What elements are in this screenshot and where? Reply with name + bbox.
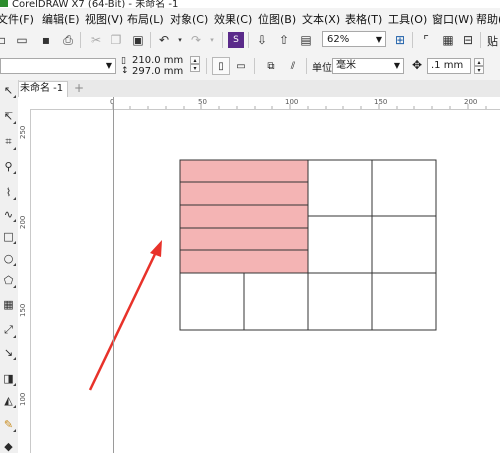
menu-bar: 文件(F) 编辑(E) 视图(V) 布局(L) 对象(C) 效果(C) 位图(B… — [0, 8, 500, 28]
paste-label[interactable]: 贴 — [487, 33, 498, 49]
vertical-ruler[interactable]: 250 200 150 100 — [18, 109, 31, 453]
search-content-icon[interactable]: S — [228, 32, 244, 48]
fill-tool-icon[interactable]: ◆ — [1, 438, 16, 454]
standard-toolbar: ▫ ▭ ▪ ⎙ ✂ ❐ ▣ ↶ ▾ ↷ ▾ S ⇩ ⇧ ▤ 62% ▼ ⊞ ⌜ … — [0, 28, 500, 53]
import-icon[interactable]: ⇩ — [254, 32, 270, 48]
nudge-spinner-down[interactable]: ▾ — [474, 66, 484, 74]
copy-icon[interactable]: ❐ — [108, 32, 124, 48]
app-logo-icon — [0, 0, 8, 7]
new-document-icon[interactable]: ▫ — [0, 32, 10, 48]
ellipse-tool-icon[interactable]: ○ — [1, 250, 16, 266]
open-folder-icon[interactable]: ▭ — [14, 32, 30, 48]
undo-dropdown-icon[interactable]: ▾ — [172, 32, 188, 48]
canvas-drawing — [88, 159, 437, 391]
title-bar: CorelDRAW X7 (64-Bit) - 未命名 -1 — [0, 0, 500, 8]
all-pages-button[interactable]: ⧉ — [262, 57, 280, 75]
cut-icon[interactable]: ✂ — [88, 32, 104, 48]
landscape-button[interactable]: ▭ — [232, 57, 250, 75]
print-icon[interactable]: ⎙ — [60, 32, 76, 48]
menu-effects[interactable]: 效果(C) — [214, 11, 252, 27]
add-tab-icon[interactable]: + — [74, 81, 84, 95]
page-width-value[interactable]: 210.0 mm — [132, 55, 183, 66]
export-icon[interactable]: ⇧ — [276, 32, 292, 48]
table-object[interactable] — [179, 159, 437, 331]
table-tool-icon[interactable]: ▦ — [1, 296, 16, 312]
ruler-label: 100 — [19, 392, 27, 406]
chevron-down-icon: ▼ — [393, 61, 400, 70]
zoom-level-select[interactable]: 62% ▼ — [322, 31, 386, 47]
ruler-label: 150 — [19, 303, 27, 317]
snap-to-icon[interactable]: ⊟ — [460, 32, 476, 48]
ruler-label: 250 — [19, 125, 27, 139]
menu-edit[interactable]: 编辑(E) — [42, 11, 80, 27]
units-select[interactable]: 毫米 ▼ — [332, 58, 404, 74]
menu-window[interactable]: 窗口(W) — [432, 11, 473, 27]
menu-text[interactable]: 文本(X) — [302, 11, 340, 27]
crop-tool-icon[interactable]: ⌗ — [1, 134, 16, 150]
rulers-toggle-icon[interactable]: ⌜ — [418, 32, 434, 48]
landscape-icon: ▭ — [236, 60, 246, 72]
chevron-down-icon: ▼ — [105, 61, 112, 70]
property-bar: ▼ ▯ 210.0 mm ↕ 297.0 mm ▴ ▾ ▯ ▭ ⧉ ⫽ 单位: … — [0, 52, 500, 81]
redo-dropdown-icon[interactable]: ▾ — [204, 32, 220, 48]
nudge-distance-value: .1 mm — [431, 60, 464, 71]
ruler-label: 200 — [19, 215, 27, 229]
freehand-tool-icon[interactable]: ⌇ — [1, 184, 16, 200]
page-height-icon: ↕ — [121, 66, 129, 76]
pick-tool-icon[interactable]: ↖ — [1, 82, 16, 98]
width-spinner-down[interactable]: ▾ — [190, 64, 200, 72]
artistic-media-tool-icon[interactable]: ∿ — [1, 206, 16, 222]
publish-pdf-icon[interactable]: ▤ — [298, 32, 314, 48]
page-height-value[interactable]: 297.0 mm — [132, 66, 183, 77]
menu-tools[interactable]: 工具(O) — [388, 11, 427, 27]
toolbox: ↖ ↸ ⌗ ⚲ ⌇ ∿ □ ○ ⬠ ▦ ⤢ ↘ ◨ ◭ ✎ ◆ — [0, 80, 19, 453]
polygon-tool-icon[interactable]: ⬠ — [1, 272, 16, 288]
document-tab[interactable]: 未命名 -1 — [16, 81, 68, 97]
eyedropper-tool-icon[interactable]: ✎ — [1, 416, 16, 432]
paste-icon[interactable]: ▣ — [130, 32, 146, 48]
nudge-distance-field[interactable]: .1 mm — [427, 58, 471, 74]
document-tab-bar: 未命名 -1 + — [0, 80, 500, 98]
page-size-select[interactable]: ▼ — [0, 58, 116, 74]
zoom-level-value: 62% — [327, 34, 350, 45]
nudge-spinner-up[interactable]: ▴ — [474, 58, 484, 66]
all-pages-icon: ⧉ — [267, 60, 275, 72]
horizontal-ruler[interactable]: 0 50 100 150 200 — [18, 97, 500, 110]
zoom-tool-icon[interactable]: ⚲ — [1, 158, 16, 174]
connector-tool-icon[interactable]: ↘ — [1, 344, 16, 360]
grid-toggle-icon[interactable]: ▦ — [440, 32, 456, 48]
full-screen-preview-icon[interactable]: ⊞ — [392, 32, 408, 48]
page-border-line — [113, 97, 114, 453]
menu-help[interactable]: 帮助(H) — [476, 11, 500, 27]
portrait-icon: ▯ — [218, 60, 224, 72]
ruler-ticks — [112, 104, 487, 109]
menu-view[interactable]: 视图(V) — [85, 11, 123, 27]
menu-table[interactable]: 表格(T) — [345, 11, 382, 27]
transparency-tool-icon[interactable]: ◭ — [1, 392, 16, 408]
portrait-button[interactable]: ▯ — [212, 57, 230, 75]
drawing-canvas[interactable] — [31, 110, 500, 453]
menu-object[interactable]: 对象(C) — [170, 11, 208, 27]
highlighted-cells — [180, 160, 308, 273]
current-page-button[interactable]: ⫽ — [284, 57, 302, 75]
rectangle-tool-icon[interactable]: □ — [1, 228, 16, 244]
drop-shadow-tool-icon[interactable]: ◨ — [1, 370, 16, 386]
menu-bitmap[interactable]: 位图(B) — [258, 11, 296, 27]
menu-file[interactable]: 文件(F) — [0, 11, 34, 27]
chevron-down-icon: ▼ — [375, 35, 382, 44]
shape-tool-icon[interactable]: ↸ — [1, 108, 16, 124]
save-icon[interactable]: ▪ — [38, 32, 54, 48]
width-spinner[interactable]: ▴ — [190, 56, 200, 64]
current-page-icon: ⫽ — [290, 60, 296, 72]
units-value: 毫米 — [336, 60, 356, 71]
window-title: CorelDRAW X7 (64-Bit) - 未命名 -1 — [12, 0, 179, 8]
parallel-dimension-tool-icon[interactable]: ⤢ — [1, 322, 16, 338]
nudge-icon: ✥ — [412, 58, 423, 72]
undo-icon[interactable]: ↶ — [156, 32, 172, 48]
menu-layout[interactable]: 布局(L) — [127, 11, 164, 27]
redo-icon[interactable]: ↷ — [188, 32, 204, 48]
page-width-icon: ▯ — [121, 56, 126, 66]
red-arrow-annotation — [88, 240, 162, 391]
